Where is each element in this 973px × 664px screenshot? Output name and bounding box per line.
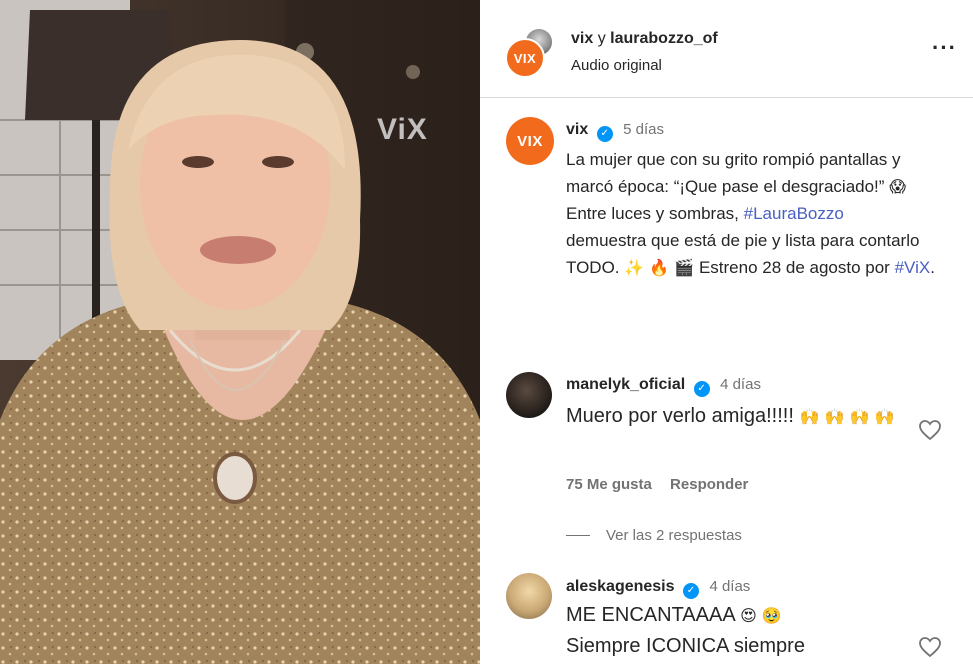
more-options-icon[interactable]: ··· — [932, 35, 957, 61]
comment-time[interactable]: 4 días — [720, 376, 761, 393]
comment-text: ME ENCANTAAAA 😍 🥹 Siempre ICONICA siempr… — [566, 600, 896, 661]
caption-text: La mujer que con su grito rompió pantall… — [566, 146, 946, 281]
comment-username[interactable]: aleskagenesis — [566, 578, 675, 595]
caption-header: vix ✓ 5 días — [566, 121, 664, 142]
verified-badge-icon: ✓ — [596, 126, 613, 142]
caption-line-3: Estreno 28 de agosto por — [698, 258, 890, 277]
comment-header: aleskagenesis ✓ 4 días — [566, 578, 750, 599]
caption-line-2-pre: Entre luces y sombras, — [566, 204, 739, 223]
sparkle-fire-clapper-emoji: ✨ 🔥 🎬 — [624, 258, 695, 277]
hashtag-laurabozzo[interactable]: #LauraBozzo — [744, 204, 844, 223]
comment-username[interactable]: manelyk_oficial — [566, 376, 685, 393]
replies-divider — [566, 535, 590, 536]
comment-avatar[interactable] — [506, 372, 552, 418]
comment-message-line-2: Siempre ICONICA siempre — [566, 635, 805, 657]
comment-text: Muero por verlo amiga!!!!! 🙌 🙌 🙌 🙌 — [566, 401, 896, 432]
scream-emoji: 😱 — [889, 177, 906, 196]
post-authors: vix y laurabozzo_of — [571, 30, 718, 48]
caption-avatar[interactable]: VIX — [506, 117, 554, 165]
caption-username[interactable]: vix — [566, 121, 588, 138]
caption-time[interactable]: 5 días — [623, 121, 664, 138]
audio-link[interactable]: Audio original — [571, 57, 662, 74]
view-replies-label: Ver las 2 respuestas — [606, 527, 742, 544]
post-media[interactable]: ViX — [0, 0, 480, 664]
comment-message: Muero por verlo amiga!!!!! — [566, 405, 794, 427]
raising-hands-emoji: 🙌 🙌 🙌 🙌 — [799, 407, 895, 426]
collaborator-username[interactable]: laurabozzo_of — [610, 30, 718, 47]
hashtag-vix[interactable]: #ViX — [895, 258, 931, 277]
caption-line-1: La mujer que con su grito rompió pantall… — [566, 150, 901, 196]
verified-badge-icon: ✓ — [693, 381, 710, 397]
view-replies-button[interactable]: Ver las 2 respuestas — [566, 527, 742, 544]
author-avatar[interactable]: VIX — [505, 38, 545, 78]
heart-eyes-emoji: 😍 🥹 — [740, 606, 782, 625]
media-illustration — [0, 0, 480, 664]
comment-likes[interactable]: 75 Me gusta — [566, 476, 652, 493]
author-username[interactable]: vix — [571, 30, 593, 47]
comment-actions: 75 Me gusta Responder — [566, 476, 762, 493]
authors-joiner: y — [597, 30, 606, 47]
comment-header: manelyk_oficial ✓ 4 días — [566, 376, 761, 397]
post-header: VIX vix y laurabozzo_of Audio original ·… — [480, 0, 973, 98]
verified-badge-icon: ✓ — [682, 583, 699, 599]
caption-line-3-end: . — [930, 258, 935, 277]
heart-icon[interactable] — [918, 419, 942, 441]
comment-avatar[interactable] — [506, 573, 552, 619]
reply-button[interactable]: Responder — [670, 476, 748, 493]
comment-time[interactable]: 4 días — [709, 578, 750, 595]
heart-icon[interactable] — [918, 636, 942, 658]
vix-watermark: ViX — [377, 113, 428, 146]
comment-message: ME ENCANTAAAA — [566, 604, 735, 626]
post-panel: VIX vix y laurabozzo_of Audio original ·… — [480, 0, 973, 664]
